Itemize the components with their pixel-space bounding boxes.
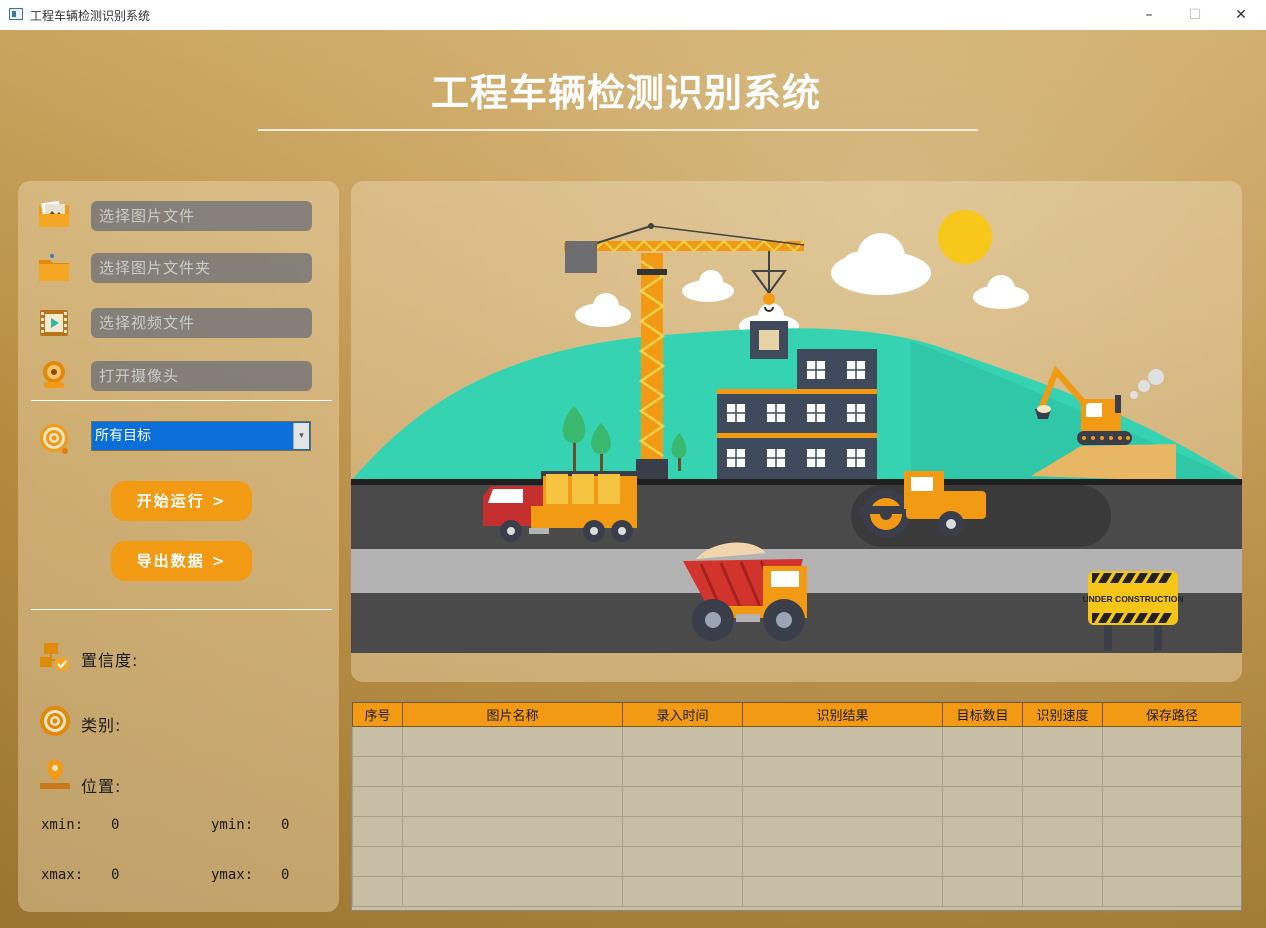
- xmax-value: 0: [111, 867, 120, 883]
- table-row[interactable]: [352, 876, 1241, 907]
- image-file-icon[interactable]: [37, 199, 71, 233]
- table-row[interactable]: [352, 726, 1241, 757]
- table-cell[interactable]: [942, 816, 1023, 847]
- xmin-label: xmin:: [41, 817, 84, 833]
- table-cell[interactable]: [352, 876, 403, 907]
- table-cell[interactable]: [942, 726, 1023, 757]
- maximize-button[interactable]: ☐: [1172, 0, 1218, 30]
- image-folder-input[interactable]: 选择图片文件夹: [91, 253, 312, 283]
- column-header-time[interactable]: 录入时间: [622, 702, 743, 727]
- position-label: 位置:: [81, 777, 122, 796]
- table-cell[interactable]: [402, 846, 623, 877]
- table-cell[interactable]: [352, 726, 403, 757]
- start-button[interactable]: 开始运行 >: [111, 481, 252, 521]
- sign-text: UNDER CONSTRUCTION: [1082, 594, 1183, 604]
- table-cell[interactable]: [352, 846, 403, 877]
- table-cell[interactable]: [942, 846, 1023, 877]
- table-cell[interactable]: [402, 786, 623, 817]
- table-cell[interactable]: [1102, 816, 1241, 847]
- class-label: 类别:: [81, 716, 122, 735]
- folder-icon[interactable]: [37, 251, 71, 285]
- confidence-label: 置信度:: [81, 651, 139, 670]
- table-cell[interactable]: [942, 876, 1023, 907]
- table-cell[interactable]: [742, 846, 943, 877]
- app-icon: [9, 8, 23, 20]
- table-cell[interactable]: [402, 726, 623, 757]
- xmin-value: 0: [111, 817, 120, 833]
- table-cell[interactable]: [352, 786, 403, 817]
- table-cell[interactable]: [1102, 756, 1241, 787]
- table-cell[interactable]: [402, 876, 623, 907]
- table-cell[interactable]: [1022, 876, 1103, 907]
- table-cell[interactable]: [622, 876, 743, 907]
- column-header-result[interactable]: 识别结果: [742, 702, 943, 727]
- divider: [31, 400, 332, 401]
- column-header-speed[interactable]: 识别速度: [1022, 702, 1103, 727]
- detection-display: UNDER CONSTRUCTION: [351, 181, 1242, 682]
- ymin-label: ymin:: [211, 817, 254, 833]
- table-cell[interactable]: [1022, 726, 1103, 757]
- table-cell[interactable]: [742, 756, 943, 787]
- export-button[interactable]: 导出数据 >: [111, 541, 252, 581]
- target-icon: [40, 424, 68, 454]
- table-cell[interactable]: [1022, 846, 1103, 877]
- column-header-image-name[interactable]: 图片名称: [402, 702, 623, 727]
- target-select[interactable]: 所有目标 ▾: [91, 421, 311, 451]
- close-button[interactable]: ✕: [1218, 0, 1264, 30]
- table-cell[interactable]: [352, 816, 403, 847]
- table-row[interactable]: [352, 846, 1241, 877]
- table-cell[interactable]: [622, 786, 743, 817]
- title-underline: [258, 129, 978, 131]
- results-table[interactable]: 序号 图片名称 录入时间 识别结果 目标数目 识别速度 保存路径: [351, 701, 1242, 911]
- table-cell[interactable]: [1102, 786, 1241, 817]
- video-file-icon[interactable]: [37, 306, 71, 340]
- confidence-icon: [40, 643, 69, 671]
- table-cell[interactable]: [1022, 816, 1103, 847]
- target-select-value: 所有目标: [95, 428, 151, 444]
- table-cell[interactable]: [1022, 756, 1103, 787]
- table-cell[interactable]: [1102, 876, 1241, 907]
- table-row[interactable]: [352, 756, 1241, 787]
- class-icon: [40, 706, 70, 736]
- table-cell[interactable]: [942, 756, 1023, 787]
- column-header-save-path[interactable]: 保存路径: [1102, 702, 1241, 727]
- table-cell[interactable]: [1102, 846, 1241, 877]
- column-header-index[interactable]: 序号: [352, 702, 403, 727]
- table-cell[interactable]: [622, 816, 743, 847]
- table-cell[interactable]: [942, 786, 1023, 817]
- table-cell[interactable]: [622, 756, 743, 787]
- table-cell[interactable]: [742, 816, 943, 847]
- table-body[interactable]: [352, 726, 1241, 907]
- image-file-input[interactable]: 选择图片文件: [91, 201, 312, 231]
- chevron-down-icon[interactable]: ▾: [293, 423, 309, 449]
- table-cell[interactable]: [402, 756, 623, 787]
- construction-illustration: UNDER CONSTRUCTION: [351, 210, 1242, 653]
- table-cell[interactable]: [742, 786, 943, 817]
- window-titlebar: 工程车辆检测识别系统 – ☐ ✕: [0, 0, 1266, 31]
- column-header-count[interactable]: 目标数目: [942, 702, 1023, 727]
- ymin-value: 0: [281, 817, 290, 833]
- location-icon: [40, 760, 70, 789]
- window-title: 工程车辆检测识别系统: [30, 9, 151, 23]
- table-row[interactable]: [352, 786, 1241, 817]
- video-file-input[interactable]: 选择视频文件: [91, 308, 312, 338]
- xmax-label: xmax:: [41, 867, 84, 883]
- table-row[interactable]: [352, 816, 1241, 847]
- table-cell[interactable]: [1102, 726, 1241, 757]
- table-cell[interactable]: [402, 816, 623, 847]
- table-header-row: 序号 图片名称 录入时间 识别结果 目标数目 识别速度 保存路径: [352, 702, 1241, 727]
- divider: [31, 609, 332, 610]
- minimize-button[interactable]: –: [1126, 0, 1172, 30]
- table-cell[interactable]: [1022, 786, 1103, 817]
- webcam-icon[interactable]: [37, 358, 71, 392]
- page-title: 工程车辆检测识别系统: [430, 71, 821, 115]
- table-cell[interactable]: [742, 726, 943, 757]
- table-cell[interactable]: [622, 726, 743, 757]
- table-cell[interactable]: [352, 756, 403, 787]
- table-cell[interactable]: [742, 876, 943, 907]
- camera-input[interactable]: 打开摄像头: [91, 361, 312, 391]
- ymax-label: ymax:: [211, 867, 254, 883]
- table-cell[interactable]: [622, 846, 743, 877]
- ymax-value: 0: [281, 867, 290, 883]
